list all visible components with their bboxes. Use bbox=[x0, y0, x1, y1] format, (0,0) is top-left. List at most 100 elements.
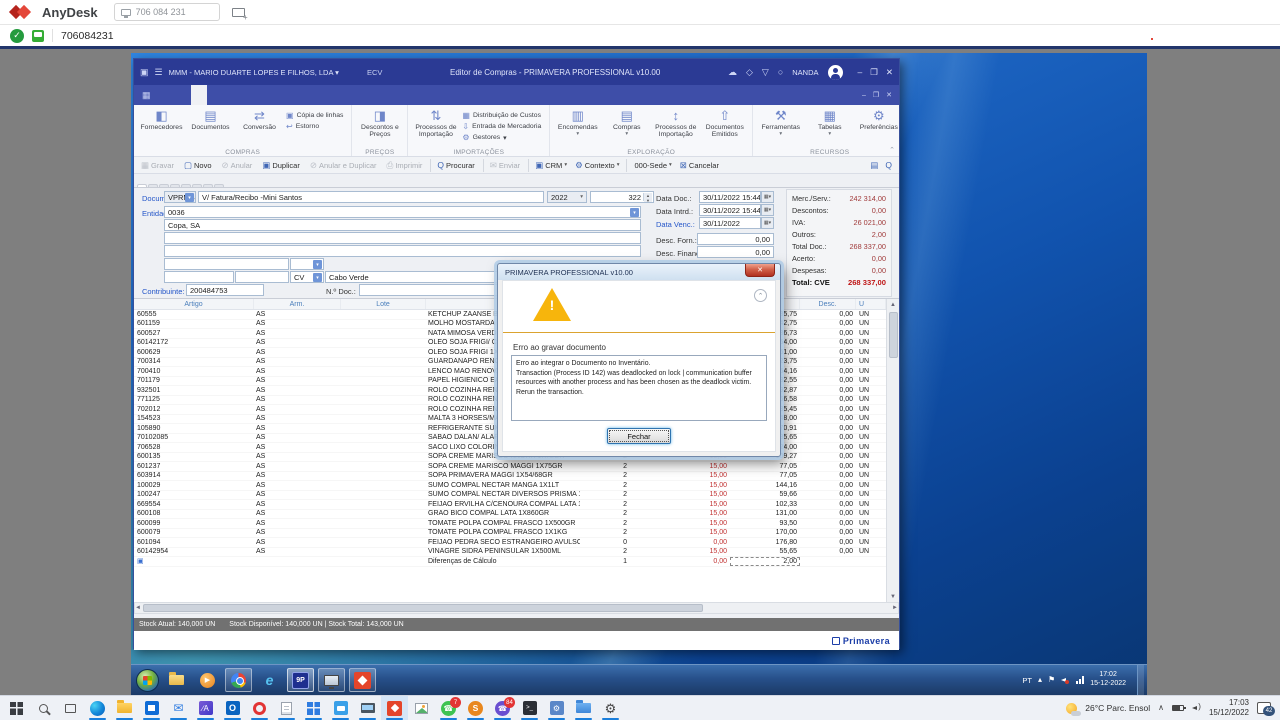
preferencias-button[interactable]: ⚙ Preferências bbox=[854, 107, 903, 131]
new-session-icon[interactable] bbox=[232, 8, 245, 17]
grid-row[interactable]: 601094 AS FEIJAO PEDRA SECO ESTRANGEIRO … bbox=[134, 538, 899, 548]
scroll-left-icon[interactable]: ◄ bbox=[135, 605, 141, 611]
contexto-button[interactable]: ⚙ Contexto ▾ bbox=[571, 159, 623, 172]
documentos-button[interactable]: ▤ Documentos bbox=[186, 107, 235, 131]
grid-row[interactable]: 100247 AS SUMO COMPAL NECTAR DIVERSOS PR… bbox=[134, 491, 899, 501]
backstage-icon[interactable]: ▦ bbox=[142, 90, 151, 101]
taskbar-chrome-icon[interactable] bbox=[225, 668, 252, 692]
duplicar-button[interactable]: ▣ Duplicar bbox=[258, 159, 306, 172]
zone-field-2[interactable] bbox=[235, 271, 289, 283]
edge-icon[interactable] bbox=[84, 696, 111, 720]
minimize-button[interactable]: – bbox=[858, 67, 863, 78]
dialog-close-button[interactable]: ✕ bbox=[745, 264, 775, 277]
gravar-button[interactable]: ▦ Gravar bbox=[137, 159, 180, 172]
show-desktop-button[interactable] bbox=[1137, 665, 1144, 695]
calendar-icon[interactable]: ▦▾ bbox=[761, 217, 774, 229]
host-search-icon[interactable] bbox=[30, 696, 57, 720]
document-tab[interactable] bbox=[192, 184, 202, 187]
taskbar-primavera-icon[interactable]: 9P bbox=[287, 668, 314, 692]
file-explorer-icon[interactable] bbox=[111, 696, 138, 720]
doc-type-field[interactable]: VPRMS▾ bbox=[164, 191, 196, 203]
lookup-icon[interactable]: ▾ bbox=[313, 260, 322, 269]
ribbon-tab[interactable] bbox=[191, 85, 207, 105]
data-intrd-field[interactable]: 30/11/2022 15:44 bbox=[699, 204, 761, 216]
lookup-icon[interactable]: ▾ bbox=[630, 208, 639, 217]
calendar-icon[interactable]: ▦▾ bbox=[761, 204, 774, 216]
desc-forn-field[interactable]: 0,00 bbox=[697, 233, 774, 245]
settings-icon[interactable]: ⚙ bbox=[597, 696, 624, 720]
scroll-right-icon[interactable]: ► bbox=[892, 605, 898, 611]
grid-row[interactable]: Diferenças de Cálculo 1 0,00 2,00 bbox=[134, 557, 899, 567]
zoom-icon[interactable]: Q bbox=[885, 160, 892, 171]
grid-row[interactable]: 100029 AS SUMO COMPAL NECTAR MANGA 1X1LT… bbox=[134, 481, 899, 491]
maximize-button[interactable]: ❐ bbox=[870, 67, 878, 78]
pixel-app-icon[interactable] bbox=[300, 696, 327, 720]
host-start-button[interactable] bbox=[3, 696, 30, 720]
tabelas-button[interactable]: ▦ Tabelas▾ bbox=[805, 107, 854, 138]
ribbon-tab[interactable] bbox=[159, 85, 175, 105]
data-doc-field[interactable]: 30/11/2022 15:44 bbox=[699, 191, 761, 203]
grid-row[interactable]: 601237 AS SOPA CREME MARISCO MAGGI 1X75G… bbox=[134, 462, 899, 472]
entrada-mercadoria-button[interactable]: ⇩ Entrada de Mercadoria bbox=[462, 122, 544, 131]
compras-button[interactable]: ▤ Compras▾ bbox=[602, 107, 651, 138]
document-tab[interactable] bbox=[214, 184, 224, 187]
document-tab[interactable] bbox=[170, 184, 180, 187]
gestores-button[interactable]: ⚙ Gestores▾ bbox=[462, 133, 544, 142]
anydesk-address-tab[interactable]: 706 084 231 bbox=[114, 3, 220, 21]
documentos-emitidos-button[interactable]: ⇧ Documentos Emitidos bbox=[700, 107, 749, 139]
host-anydesk-icon[interactable] bbox=[381, 696, 408, 720]
network-icon[interactable] bbox=[1076, 676, 1084, 684]
fornecedores-button[interactable]: ◧ Fornecedores bbox=[137, 107, 186, 131]
opera-icon[interactable] bbox=[246, 696, 273, 720]
imprimir-button[interactable]: ⎙ Imprimir bbox=[383, 159, 429, 172]
sede-selector[interactable]: 000-Sede ▾ bbox=[626, 159, 676, 172]
crm-button[interactable]: ▣ CRM ▾ bbox=[528, 159, 571, 172]
scroll-up-icon[interactable]: ▲ bbox=[890, 299, 896, 310]
contribuinte-field[interactable]: 200484753 bbox=[186, 284, 264, 296]
scrollbar-thumb[interactable] bbox=[889, 312, 898, 358]
taskbar-media-icon[interactable]: ▶ bbox=[194, 668, 221, 692]
ribbon-collapse-icon[interactable]: ⌃ bbox=[889, 146, 895, 154]
vertical-scrollbar[interactable]: ▲ ▼ bbox=[886, 299, 899, 602]
entity-code-field[interactable]: 0036▾ bbox=[164, 206, 641, 218]
country-code-field[interactable]: CV▾ bbox=[290, 271, 324, 283]
folder-app-icon[interactable] bbox=[570, 696, 597, 720]
screen-app-icon[interactable] bbox=[354, 696, 381, 720]
grid-row[interactable]: 600108 AS GRAO BICO COMPAL LATA 1X860GR … bbox=[134, 510, 899, 520]
ribbon-tab[interactable] bbox=[175, 85, 191, 105]
app-menu-icon[interactable]: ☰ bbox=[155, 67, 163, 78]
procurar-button[interactable]: Q Procurar bbox=[430, 159, 480, 172]
entity-name-field[interactable]: Copa, SA bbox=[164, 219, 641, 231]
anular-button[interactable]: ⊘ Anular bbox=[218, 159, 259, 172]
apps-icon[interactable]: ◇ bbox=[746, 68, 753, 77]
battery-icon[interactable] bbox=[1172, 705, 1184, 711]
hidden-icons-icon[interactable]: ∧ bbox=[1158, 704, 1164, 712]
number-spinner[interactable]: ▲▼ bbox=[643, 193, 652, 201]
grid-row[interactable]: 600099 AS TOMATE POLPA COMPAL FRASCO 1X5… bbox=[134, 519, 899, 529]
processos-importacao-exp-button[interactable]: ↕ Processos de Importação bbox=[651, 107, 700, 139]
device-manager-icon[interactable]: ⚙ bbox=[543, 696, 570, 720]
ribbon-minimize-icon[interactable]: – bbox=[862, 92, 866, 99]
doc-desc-field[interactable]: V/ Fatura/Recibo -Mini Santos bbox=[198, 191, 544, 203]
keyboard-language[interactable]: PT bbox=[1022, 676, 1032, 685]
taskbar-explorer-icon[interactable] bbox=[163, 668, 190, 692]
locality-field[interactable] bbox=[164, 258, 289, 270]
cloud-icon[interactable]: ☁ bbox=[728, 68, 737, 77]
outlook-icon[interactable]: O bbox=[219, 696, 246, 720]
ribbon-tab[interactable] bbox=[239, 85, 255, 105]
flag-icon[interactable]: ⚑ bbox=[1048, 676, 1055, 684]
descontos-precos-button[interactable]: ◨ Descontos e Preços bbox=[355, 107, 404, 139]
ferramentas-button[interactable]: ⚒ Ferramentas▾ bbox=[756, 107, 805, 138]
desc-financ-field[interactable]: 0,00 bbox=[697, 246, 774, 258]
start-button[interactable] bbox=[136, 669, 159, 692]
ribbon-restore-icon[interactable]: ❐ bbox=[873, 91, 879, 99]
avatar[interactable] bbox=[828, 65, 843, 80]
year-select[interactable]: 2022▾ bbox=[547, 191, 587, 203]
grid-row[interactable]: 603914 AS SOPA PRIMAVERA MAGGI 1X54/68GR… bbox=[134, 472, 899, 482]
calendar-icon[interactable]: ▦▾ bbox=[761, 191, 774, 203]
ribbon-close-icon[interactable]: ✕ bbox=[886, 91, 892, 99]
notepad-icon[interactable] bbox=[273, 696, 300, 720]
photos-app-icon[interactable] bbox=[327, 696, 354, 720]
doc-number-field[interactable]: 322▲▼ bbox=[590, 191, 654, 203]
task-view-icon[interactable] bbox=[57, 696, 84, 720]
